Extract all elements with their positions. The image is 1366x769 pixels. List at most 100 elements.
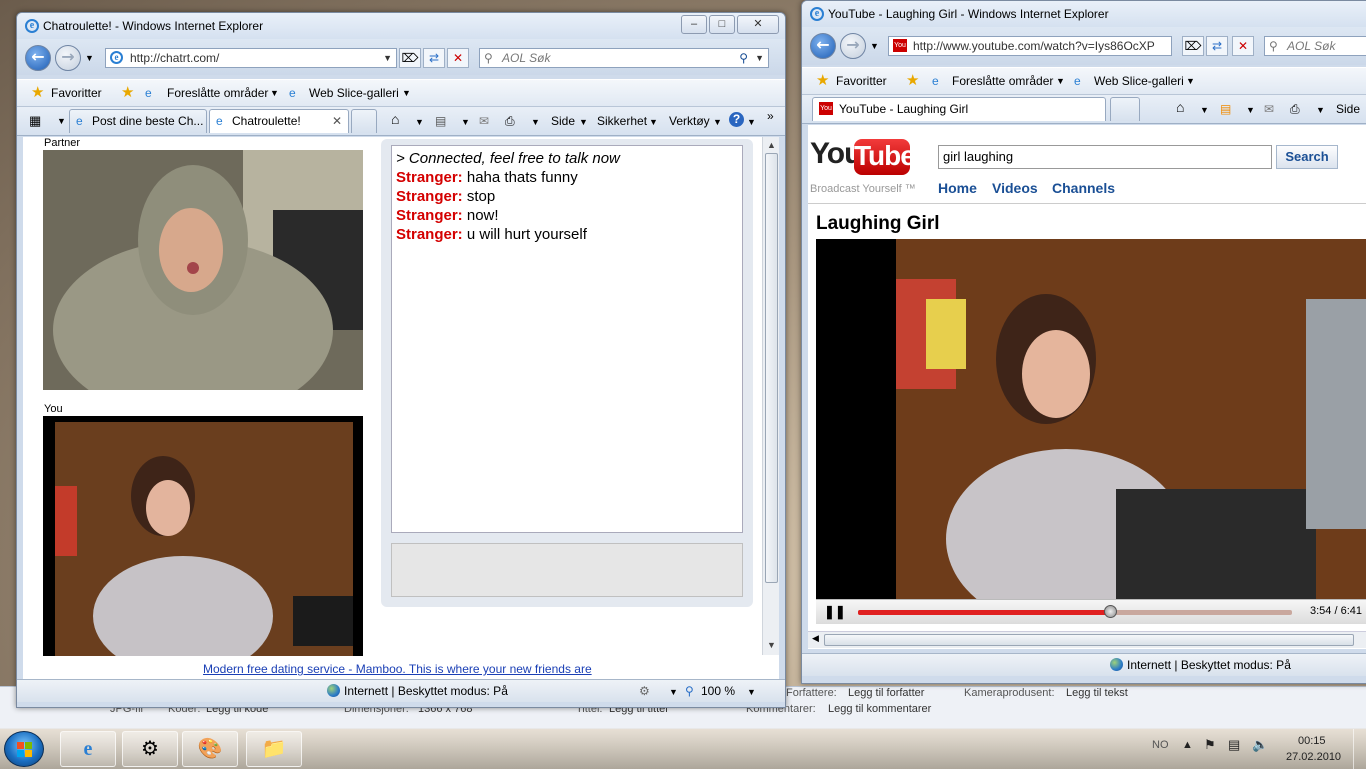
minimize-button[interactable]: –	[681, 15, 707, 34]
tab-post-dine[interactable]: e Post dine beste Ch...	[69, 109, 207, 133]
right-titlebar[interactable]: e YouTube - Laughing Girl - Windows Inte…	[802, 1, 1366, 27]
favorites-star-icon[interactable]: ★	[31, 83, 44, 101]
search-icon[interactable]: ⚲	[739, 49, 748, 67]
feeds-dropdown-icon[interactable]: ▼	[461, 117, 470, 127]
safety-dropdown-icon[interactable]: ▼	[649, 117, 658, 127]
youtube-logo[interactable]: You Tube Broadcast Yourself ™	[810, 137, 916, 195]
maximize-button[interactable]: □	[709, 15, 735, 34]
back-button[interactable]: ←	[810, 33, 836, 59]
taskbar-explorer-icon[interactable]: 📁	[246, 731, 302, 767]
history-dropdown-icon[interactable]: ▼	[870, 41, 879, 51]
compat-view-icon[interactable]: ⌦	[399, 48, 421, 68]
tab-list-icon[interactable]: ▼	[57, 116, 66, 126]
history-dropdown-icon[interactable]: ▼	[85, 53, 94, 63]
protected-mode-icon[interactable]: ⚙	[639, 684, 650, 698]
start-button[interactable]	[4, 731, 44, 767]
address-bar[interactable]: e http://chatrt.com/ ▼	[105, 48, 397, 68]
print-dropdown-icon[interactable]: ▼	[1316, 105, 1325, 115]
detail-comments-value[interactable]: Legg til kommentarer	[828, 703, 931, 715]
tools-dropdown-icon[interactable]: ▼	[713, 117, 722, 127]
stop-icon[interactable]: ✕	[1232, 36, 1254, 56]
page-menu[interactable]: Side	[551, 114, 575, 128]
horizontal-scrollbar[interactable]: ◀	[808, 631, 1366, 648]
taskbar-ie-icon[interactable]: e	[60, 731, 116, 767]
back-button[interactable]: ←	[25, 45, 51, 71]
tray-expand-icon[interactable]: ▲	[1182, 739, 1193, 751]
suggested-dropdown-icon[interactable]: ▼	[270, 88, 279, 98]
home-dropdown-icon[interactable]: ▼	[415, 117, 424, 127]
suggested-sites-link[interactable]: Foreslåtte områder	[167, 86, 268, 100]
home-icon[interactable]: ⌂	[391, 111, 399, 127]
search-dropdown-icon[interactable]: ▼	[755, 49, 764, 67]
home-dropdown-icon[interactable]: ▼	[1200, 105, 1209, 115]
pause-icon[interactable]: ❚❚	[824, 604, 846, 620]
tools-menu[interactable]: Verktøy	[669, 114, 710, 128]
show-desktop-button[interactable]	[1353, 729, 1366, 769]
clock-time[interactable]: 00:15	[1298, 735, 1326, 747]
chevron-more-icon[interactable]: »	[767, 109, 774, 123]
favorites-button[interactable]: Favoritter	[836, 74, 887, 88]
web-slice-link[interactable]: Web Slice-galleri	[1094, 74, 1184, 88]
taskbar-mediaplayer-icon[interactable]: ⚙	[122, 731, 178, 767]
zoom-level[interactable]: 100 %	[701, 684, 735, 698]
page-dropdown-icon[interactable]: ▼	[579, 117, 588, 127]
address-dropdown-icon[interactable]: ▼	[383, 49, 392, 67]
compat-view-icon[interactable]: ⌦	[1182, 36, 1204, 56]
protected-dropdown-icon[interactable]: ▼	[669, 687, 678, 697]
add-favorite-icon[interactable]: ★	[121, 83, 134, 101]
favorites-button[interactable]: Favoritter	[51, 86, 102, 100]
scroll-down-icon[interactable]: ▼	[763, 637, 779, 653]
mail-icon[interactable]: ✉	[479, 114, 489, 128]
feeds-icon[interactable]: ▤	[1220, 102, 1231, 116]
web-slice-dropdown-icon[interactable]: ▼	[1186, 76, 1195, 86]
web-slice-dropdown-icon[interactable]: ▼	[402, 88, 411, 98]
refresh-icon[interactable]: ⇄	[1206, 36, 1228, 56]
safety-menu[interactable]: Sikkerhet	[597, 114, 647, 128]
close-button[interactable]: ✕	[737, 15, 779, 34]
favorites-star-icon[interactable]: ★	[816, 71, 829, 89]
action-center-flag-icon[interactable]: ⚑	[1204, 737, 1216, 753]
scrollbar-thumb[interactable]	[765, 153, 778, 583]
print-dropdown-icon[interactable]: ▼	[531, 117, 540, 127]
forward-button[interactable]: →	[55, 45, 81, 71]
help-icon[interactable]: ?	[729, 112, 744, 127]
nav-home[interactable]: Home	[938, 180, 977, 196]
new-tab-button[interactable]	[351, 109, 377, 133]
detail-authors-value[interactable]: Legg til forfatter	[848, 687, 924, 699]
page-scrollbar[interactable]: ▲ ▼	[762, 137, 779, 655]
print-icon[interactable]: ⎙	[1290, 102, 1300, 117]
scroll-left-icon[interactable]: ◀	[812, 633, 819, 644]
add-favorite-icon[interactable]: ★	[906, 71, 919, 89]
youtube-player[interactable]	[816, 239, 1366, 599]
refresh-icon[interactable]: ⇄	[423, 48, 445, 68]
search-box[interactable]: ⚲ AOL Søk	[1264, 36, 1366, 56]
quick-tabs-icon[interactable]: ▦	[29, 113, 41, 129]
mail-icon[interactable]: ✉	[1264, 102, 1274, 116]
chat-input[interactable]	[391, 543, 743, 597]
address-bar[interactable]: You http://www.youtube.com/watch?v=Iys86…	[888, 36, 1172, 56]
web-slice-link[interactable]: Web Slice-galleri	[309, 86, 399, 100]
home-icon[interactable]: ⌂	[1176, 99, 1184, 115]
scroll-up-icon[interactable]: ▲	[763, 137, 779, 153]
tab-chatroulette[interactable]: e Chatroulette! ✕	[209, 109, 349, 133]
language-indicator[interactable]: NO	[1152, 739, 1169, 751]
taskbar-paint-icon[interactable]: 🎨	[182, 731, 238, 767]
ad-link[interactable]: Modern free dating service - Mamboo. Thi…	[203, 662, 592, 676]
stop-icon[interactable]: ✕	[447, 48, 469, 68]
youtube-search-input[interactable]: girl laughing	[938, 145, 1272, 169]
new-tab-button[interactable]	[1110, 97, 1140, 121]
search-box[interactable]: ⚲ AOL Søk ⚲ ▼	[479, 48, 769, 68]
tab-youtube[interactable]: You YouTube - Laughing Girl	[812, 97, 1106, 121]
zoom-dropdown-icon[interactable]: ▼	[747, 687, 756, 697]
left-titlebar[interactable]: e Chatroulette! - Windows Internet Explo…	[17, 13, 785, 39]
suggested-sites-link[interactable]: Foreslåtte områder	[952, 74, 1053, 88]
progress-track[interactable]	[858, 605, 1292, 618]
print-icon[interactable]: ⎙	[505, 114, 515, 129]
youtube-search-button[interactable]: Search	[1276, 145, 1338, 169]
volume-icon[interactable]: 🔈	[1252, 737, 1268, 753]
page-menu[interactable]: Side	[1336, 102, 1360, 116]
help-dropdown-icon[interactable]: ▼	[747, 117, 756, 127]
suggested-dropdown-icon[interactable]: ▼	[1056, 76, 1065, 86]
clock-date[interactable]: 27.02.2010	[1286, 751, 1341, 763]
tab-close-icon[interactable]: ✕	[332, 114, 342, 128]
